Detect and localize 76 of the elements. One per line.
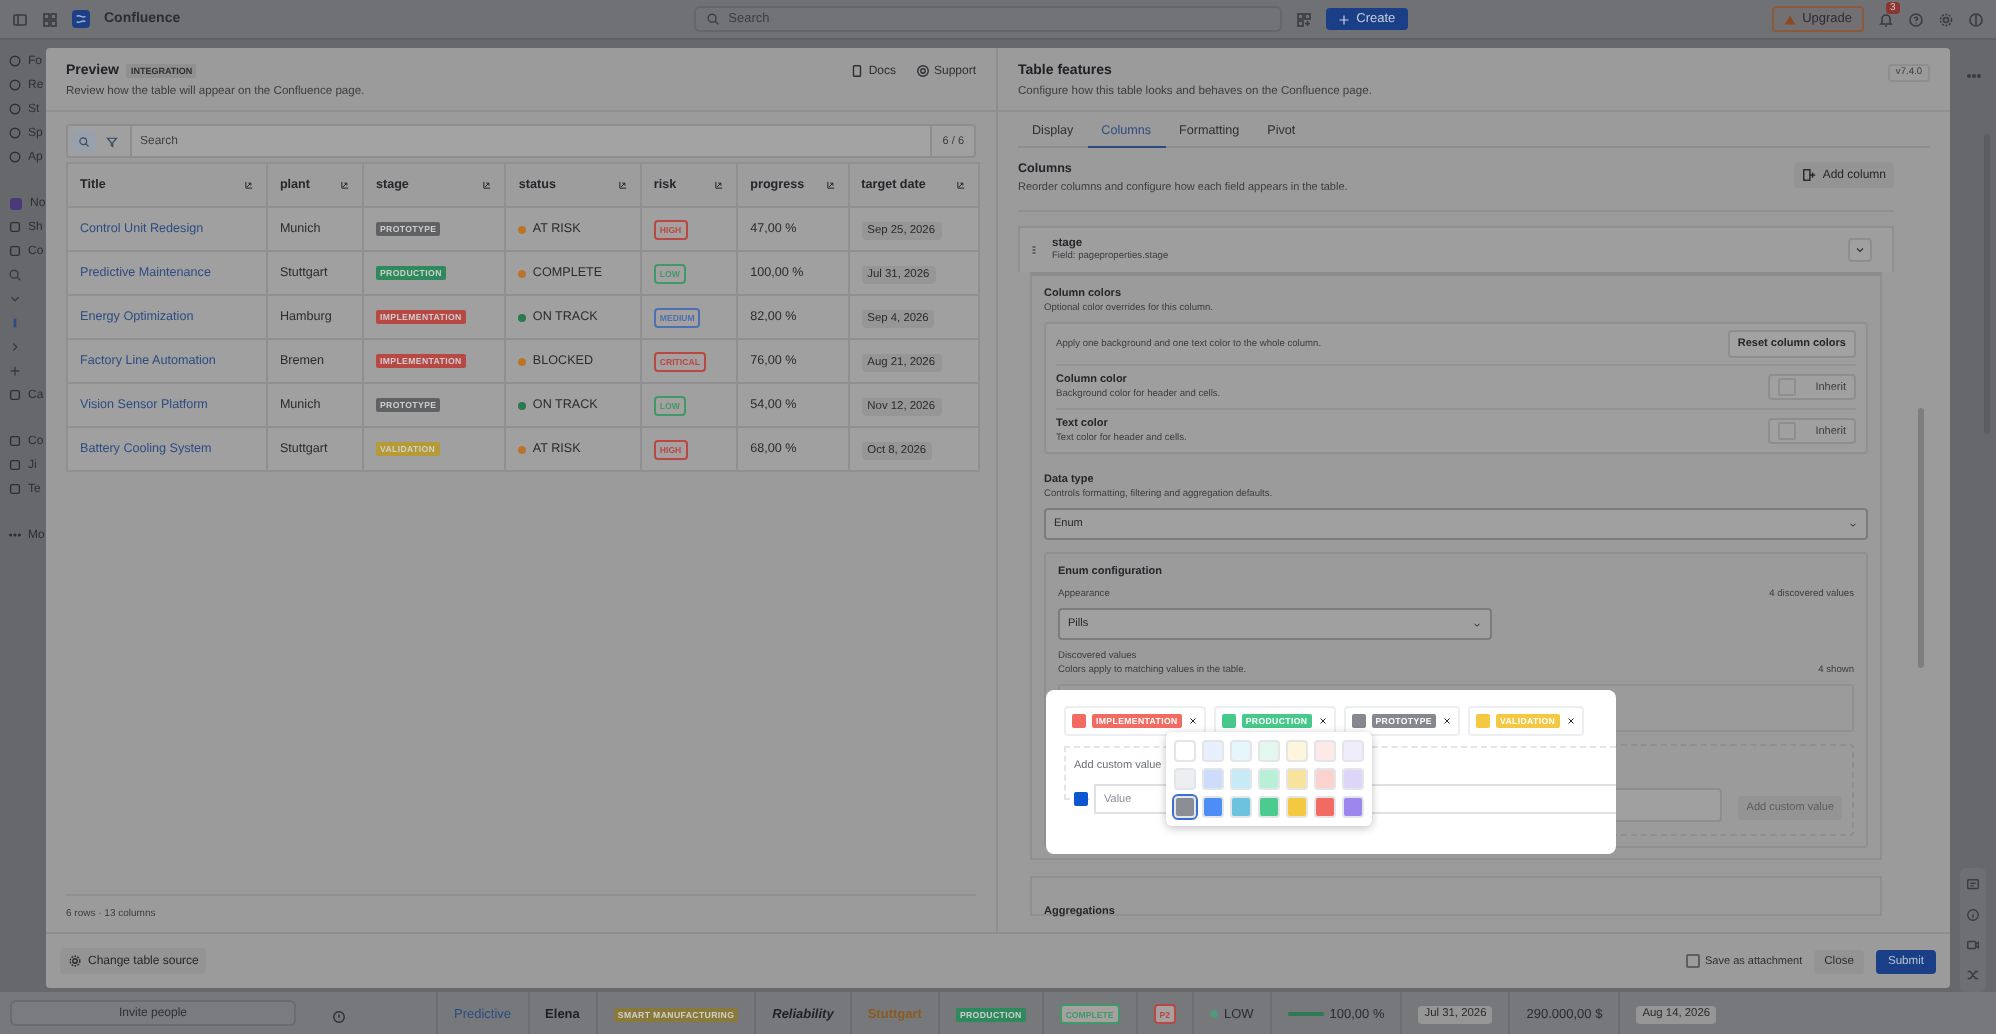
palette-swatch[interactable] xyxy=(1230,740,1252,762)
plus-icon xyxy=(1338,13,1351,25)
tree-item-icon[interactable] xyxy=(8,316,22,330)
palette-swatch[interactable] xyxy=(1342,740,1364,762)
color-swatch[interactable] xyxy=(1351,714,1366,728)
more-icon[interactable] xyxy=(1965,68,1981,84)
color-swatch[interactable] xyxy=(1074,792,1088,806)
lifebuoy-icon xyxy=(915,64,930,78)
palette-swatch[interactable] xyxy=(1230,768,1252,790)
sort-icon[interactable] xyxy=(482,180,493,190)
sort-icon[interactable] xyxy=(956,180,966,190)
palette-swatch[interactable] xyxy=(1314,768,1336,790)
info-icon[interactable] xyxy=(1966,908,1980,922)
video-icon[interactable] xyxy=(1966,938,1980,952)
search-toggle[interactable] xyxy=(72,130,96,152)
settings-icon xyxy=(68,954,82,968)
palette-swatch[interactable] xyxy=(1202,740,1224,762)
warning-icon xyxy=(1784,13,1797,25)
tree-expand-icon[interactable] xyxy=(8,292,22,306)
palette-swatch[interactable] xyxy=(1286,768,1308,790)
sort-icon[interactable] xyxy=(617,180,628,190)
help-icon[interactable] xyxy=(1908,11,1924,27)
app-logo-icon[interactable] xyxy=(72,10,90,28)
logo-mark-icon xyxy=(74,12,88,26)
filter-icon xyxy=(106,135,118,147)
chevron-down-icon xyxy=(1472,619,1482,629)
palette-swatch[interactable] xyxy=(1258,740,1280,762)
tree-collapse-icon[interactable] xyxy=(8,340,22,354)
close-icon[interactable] xyxy=(1565,716,1576,726)
palette-swatch[interactable] xyxy=(1258,768,1280,790)
palette-swatch[interactable] xyxy=(1342,768,1364,790)
palette-swatch[interactable] xyxy=(1258,796,1280,818)
palette-swatch[interactable] xyxy=(1342,796,1364,818)
palette-swatch[interactable] xyxy=(1174,740,1196,762)
settings-icon[interactable] xyxy=(1938,11,1954,27)
sort-icon[interactable] xyxy=(714,180,725,190)
palette-swatch[interactable] xyxy=(1230,796,1252,818)
sort-icon[interactable] xyxy=(339,180,350,190)
add-column-icon xyxy=(1802,168,1817,182)
info-icon[interactable] xyxy=(332,1010,346,1024)
drag-handle-icon[interactable] xyxy=(1028,244,1040,256)
checkbox[interactable] xyxy=(1685,954,1699,968)
palette-swatch[interactable] xyxy=(1174,796,1196,818)
close-icon[interactable] xyxy=(1441,716,1452,726)
nav-item-icon xyxy=(8,388,22,402)
palette-swatch[interactable] xyxy=(1314,796,1336,818)
apps-grid-icon[interactable] xyxy=(42,11,58,27)
notification-bell-icon[interactable] xyxy=(1878,11,1894,27)
panel-icon[interactable] xyxy=(1968,11,1984,27)
space-avatar-icon xyxy=(8,195,24,211)
close-icon[interactable] xyxy=(1317,716,1328,726)
comment-icon[interactable] xyxy=(1966,878,1980,892)
color-swatch[interactable] xyxy=(1072,714,1086,728)
color-swatch[interactable] xyxy=(1221,714,1236,728)
sort-icon[interactable] xyxy=(825,180,836,190)
grid-icon[interactable] xyxy=(1296,11,1313,27)
more-icon xyxy=(8,528,22,542)
plus-icon[interactable] xyxy=(8,364,22,378)
palette-swatch[interactable] xyxy=(1174,768,1196,790)
search-icon[interactable] xyxy=(8,268,22,282)
palette-swatch[interactable] xyxy=(1286,740,1308,762)
search-icon xyxy=(706,12,721,26)
search-icon xyxy=(78,135,90,147)
chevron-down-icon xyxy=(1848,519,1858,529)
palette-swatch[interactable] xyxy=(1286,796,1308,818)
book-icon xyxy=(850,64,865,78)
color-swatch[interactable] xyxy=(1475,714,1490,728)
palette-swatch[interactable] xyxy=(1202,768,1224,790)
shuffle-icon[interactable] xyxy=(1966,968,1980,982)
sort-icon[interactable] xyxy=(243,180,254,190)
palette-swatch[interactable] xyxy=(1202,796,1224,818)
palette-swatch[interactable] xyxy=(1314,740,1336,762)
sidebar-toggle-icon[interactable] xyxy=(12,11,28,27)
chevron-down-icon xyxy=(1854,244,1866,256)
collapse-button[interactable] xyxy=(1848,238,1872,262)
close-icon[interactable] xyxy=(1187,716,1198,726)
